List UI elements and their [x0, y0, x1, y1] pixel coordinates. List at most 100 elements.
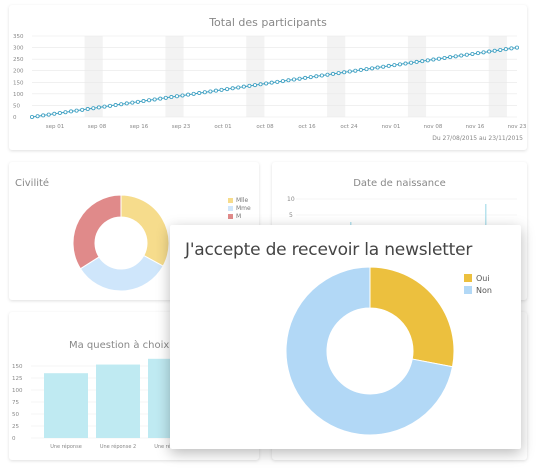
data-point — [464, 52, 469, 57]
y-tick-label: 50 — [13, 103, 20, 109]
data-point — [225, 87, 230, 92]
grid-band — [327, 36, 346, 117]
x-tick-label: oct 08 — [256, 124, 274, 130]
data-point — [459, 53, 464, 58]
data-point — [147, 98, 152, 103]
data-point — [375, 65, 380, 70]
x-tick-label: oct 16 — [298, 124, 316, 130]
data-point — [130, 100, 135, 105]
data-point — [297, 76, 302, 81]
data-point — [386, 63, 391, 68]
bar — [96, 364, 140, 438]
x-tick-label: Une réponse — [50, 443, 82, 450]
data-point — [425, 58, 430, 63]
data-point — [420, 59, 425, 64]
y-tick-label: 5 — [289, 212, 293, 219]
participants-line-chart: 0 50 100 150 200 250 300 350 sep 01 sep 08 sep 16… — [13, 34, 527, 130]
data-point — [57, 111, 62, 116]
data-point — [509, 46, 514, 51]
data-point — [319, 73, 324, 78]
y-tick-label: 100 — [12, 388, 23, 394]
data-point — [247, 83, 252, 88]
data-point — [292, 77, 297, 82]
data-point — [269, 80, 274, 85]
pie-slice — [72, 194, 122, 270]
data-point — [308, 75, 313, 80]
data-point — [325, 72, 330, 77]
data-point — [113, 103, 118, 108]
data-point — [503, 47, 508, 52]
data-point — [314, 74, 319, 79]
data-point — [286, 78, 291, 83]
data-point — [258, 82, 263, 87]
y-tick-label: 150 — [13, 80, 24, 86]
data-point — [46, 112, 51, 117]
grid-band — [165, 36, 184, 117]
y-tick-label: 50 — [12, 412, 19, 418]
data-point — [141, 99, 146, 104]
data-point — [197, 91, 202, 96]
legend-item-non: Non — [464, 284, 492, 296]
data-point — [69, 109, 74, 114]
data-point — [29, 115, 34, 120]
y-tick-label: 0 — [12, 436, 16, 442]
data-point — [347, 69, 352, 74]
pie-slice — [369, 266, 455, 368]
data-point — [414, 59, 419, 64]
legend-item-m: M — [228, 212, 251, 220]
newsletter-popup: J'accepte de recevoir la newsletter Oui … — [170, 225, 521, 449]
data-point — [230, 86, 235, 91]
data-point — [236, 85, 241, 90]
data-point — [174, 94, 179, 99]
data-point — [163, 95, 168, 100]
data-point — [481, 50, 486, 55]
data-point — [52, 111, 57, 116]
data-point — [119, 102, 124, 107]
data-point — [74, 108, 79, 113]
pie-slice — [120, 194, 170, 267]
grid-band — [246, 36, 265, 117]
data-point — [364, 67, 369, 72]
x-tick-label: sep 16 — [130, 124, 149, 130]
data-point — [431, 57, 436, 62]
y-tick-label: 75 — [12, 400, 19, 406]
data-point — [514, 45, 519, 50]
data-point — [448, 55, 453, 60]
data-point — [152, 97, 157, 102]
legend-item-mlle: Mlle — [228, 196, 251, 204]
y-tick-label: 25 — [12, 424, 19, 430]
bar — [44, 373, 88, 438]
y-tick-label: 150 — [12, 364, 23, 370]
y-tick-label: 250 — [13, 57, 24, 63]
data-point — [208, 89, 213, 94]
data-point — [353, 68, 358, 73]
x-tick-label: oct 01 — [214, 124, 231, 130]
data-point — [108, 103, 113, 108]
x-tick-label: nov 16 — [466, 124, 485, 130]
x-tick-label: nov 08 — [424, 124, 443, 130]
civilite-legend: Mlle Mme M — [228, 196, 251, 220]
y-tick-label: 350 — [13, 34, 24, 40]
data-point — [63, 110, 68, 115]
legend-item-mme: Mme — [228, 204, 251, 212]
x-tick-label: nov 01 — [382, 124, 401, 130]
data-point — [85, 107, 90, 112]
data-point — [80, 107, 85, 112]
y-tick-label: 200 — [13, 69, 24, 75]
data-point — [436, 56, 441, 61]
data-point — [403, 61, 408, 66]
date-range-footer: Du 27/08/2015 au 23/11/2015 — [432, 135, 523, 142]
participants-card: Total des participants 0 50 100 150 200 250 30… — [9, 5, 527, 150]
data-point — [470, 51, 475, 56]
data-point — [191, 91, 196, 96]
data-point — [180, 93, 185, 98]
data-point — [169, 95, 174, 100]
data-point — [475, 51, 480, 56]
x-tick-label: oct 24 — [340, 124, 358, 130]
y-tick-label: 0 — [13, 115, 17, 121]
data-point — [96, 105, 101, 110]
legend-item-oui: Oui — [464, 272, 492, 284]
data-point — [91, 106, 96, 111]
data-point — [370, 66, 375, 71]
data-point — [252, 83, 257, 88]
